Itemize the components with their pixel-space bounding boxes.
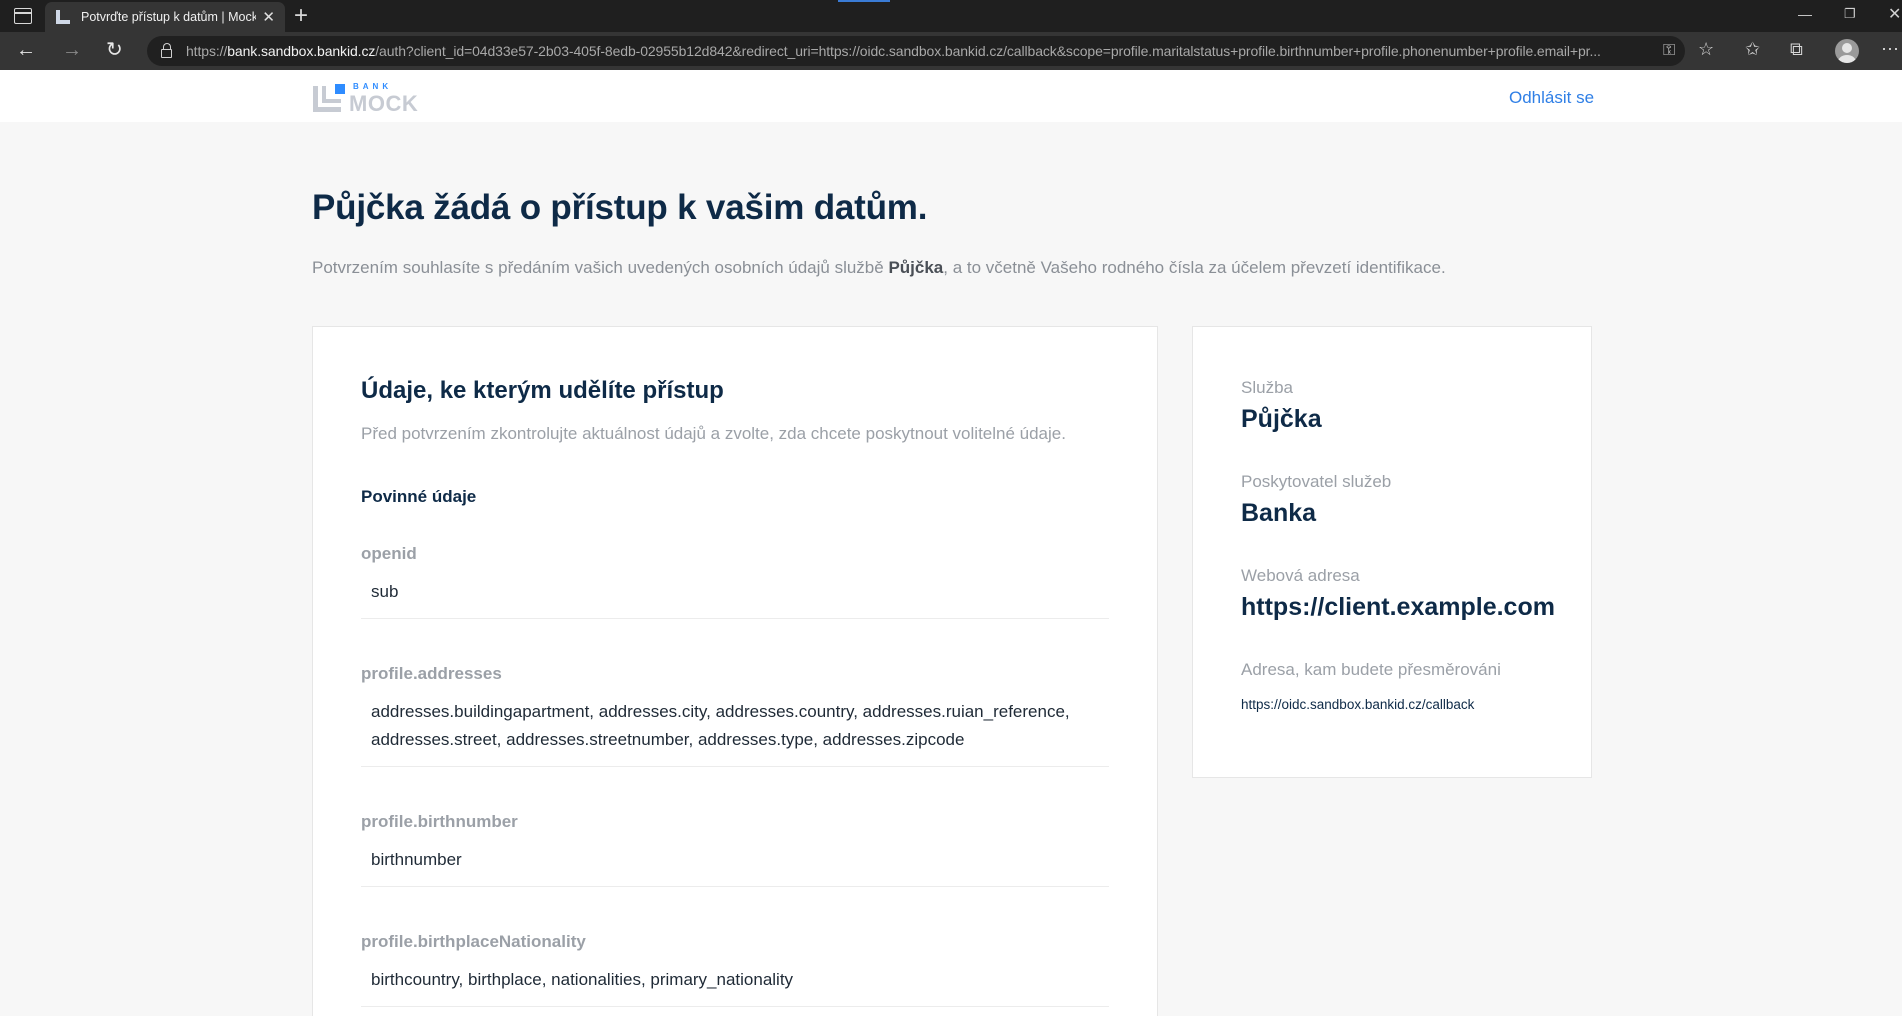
forward-icon[interactable]: →: [62, 38, 82, 62]
consent-card-title: Údaje, ke kterým udělíte přístup: [361, 377, 724, 404]
collections-icon[interactable]: ⧉: [1790, 39, 1803, 60]
service-label: Služba: [1241, 378, 1293, 397]
logo-mock-text: MOCK: [349, 91, 419, 116]
consent-card: Údaje, ke kterým udělíte přístup Před po…: [312, 326, 1158, 1016]
restore-icon[interactable]: ❐: [1844, 6, 1856, 22]
service-value: Půjčka: [1241, 405, 1322, 433]
scope-item: openid sub: [361, 544, 1109, 619]
required-data-heading: Povinné údaje: [361, 487, 477, 506]
lock-icon[interactable]: [161, 42, 172, 58]
consent-card-subtitle: Před potvrzením zkontrolujte aktuálnost …: [361, 424, 1066, 443]
tab-actions-icon[interactable]: [14, 8, 32, 24]
scope-claims: birthnumber: [371, 850, 462, 869]
more-icon[interactable]: ⋯: [1881, 39, 1899, 60]
scope-item: profile.addresses addresses.buildingapar…: [361, 664, 1109, 767]
logo-bank-text: BANK: [353, 82, 393, 91]
refresh-icon[interactable]: ↻: [106, 38, 123, 62]
scope-name: openid: [361, 544, 417, 563]
browser-toolbar: ← → ↻ https://bank.sandbox.bankid.cz/aut…: [0, 32, 1902, 70]
page-lead: Potvrzením souhlasíte s předáním vašich …: [312, 258, 1446, 277]
favorites-icon[interactable]: ✩: [1745, 39, 1760, 60]
redirect-label: Adresa, kam budete přesměrováni: [1241, 660, 1501, 679]
scope-claims: sub: [371, 582, 399, 601]
tab-bar-accent: [838, 0, 890, 2]
key-icon[interactable]: ⚿: [1663, 42, 1675, 60]
web-address-value: https://client.example.com: [1241, 593, 1555, 621]
tab-title: Potvrďte přístup k datům | Mock: [81, 10, 256, 24]
scope-item: profile.birthplaceNationality birthcount…: [361, 932, 1109, 1007]
scope-claims: addresses.buildingapartment, addresses.c…: [371, 702, 1070, 749]
logo-square: [335, 84, 345, 94]
back-icon[interactable]: ←: [16, 38, 36, 62]
profile-icon[interactable]: [1835, 39, 1859, 63]
provider-value: Banka: [1241, 499, 1317, 527]
provider-label: Poskytovatel služeb: [1241, 472, 1392, 491]
browser-tab-bar: Potvrďte přístup k datům | Mock ✕ + — ❐ …: [0, 0, 1902, 32]
scope-name: profile.addresses: [361, 664, 502, 683]
url-text[interactable]: https://bank.sandbox.bankid.cz/auth?clie…: [186, 43, 1646, 59]
plus-icon[interactable]: +: [294, 2, 308, 30]
minimize-icon[interactable]: —: [1798, 6, 1812, 22]
scope-name: profile.birthnumber: [361, 812, 518, 831]
scope-item: profile.birthnumber birthnumber: [361, 812, 1109, 887]
page-title: Půjčka žádá o přístup k vašim datům.: [312, 188, 928, 227]
close-icon[interactable]: ✕: [262, 8, 275, 26]
lead-service-name: Půjčka: [888, 258, 944, 277]
web-address-label: Webová adresa: [1241, 566, 1360, 585]
service-info-card: Služba Půjčka Poskytovatel služeb Banka …: [1192, 326, 1592, 778]
site-header: BANK MOCK Odhlásit se: [0, 70, 1902, 122]
scope-claims: birthcountry, birthplace, nationalities,…: [371, 970, 794, 989]
site-favicon-icon: [55, 9, 71, 25]
favorite-add-icon[interactable]: ☆: [1698, 39, 1714, 60]
browser-tab[interactable]: Potvrďte přístup k datům | Mock ✕: [45, 2, 285, 32]
logout-link[interactable]: Odhlásit se: [1509, 88, 1594, 108]
redirect-value: https://oidc.sandbox.bankid.cz/callback: [1241, 697, 1475, 712]
bank-mock-logo[interactable]: BANK MOCK: [313, 82, 423, 118]
scope-name: profile.birthplaceNationality: [361, 932, 586, 951]
address-bar[interactable]: https://bank.sandbox.bankid.cz/auth?clie…: [147, 36, 1685, 66]
close-window-icon[interactable]: ✕: [1888, 4, 1901, 24]
